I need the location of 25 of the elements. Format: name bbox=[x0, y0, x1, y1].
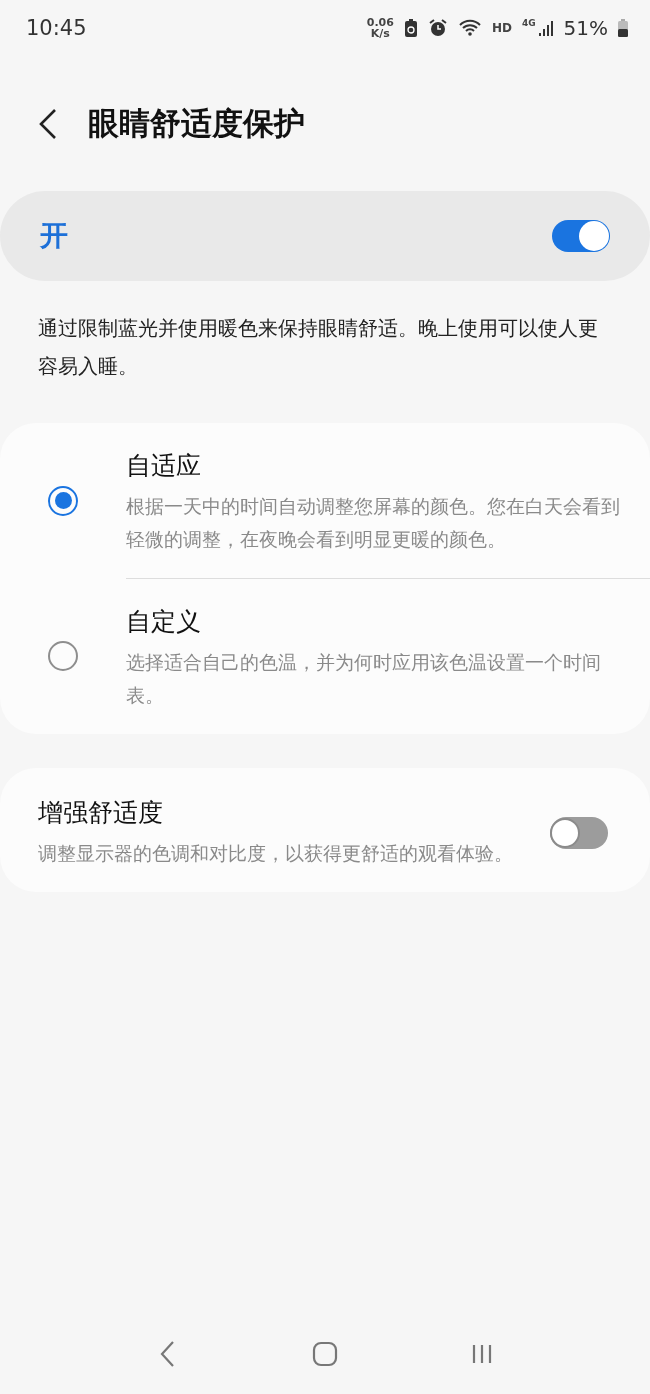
setting-card[interactable]: 增强舒适度 调整显示器的色调和对比度，以获得更舒适的观看体验。 bbox=[0, 768, 650, 892]
battery-percentage: 51% bbox=[563, 16, 608, 40]
battery-icon bbox=[618, 18, 628, 38]
toggle-switch[interactable] bbox=[552, 220, 610, 252]
wifi-icon bbox=[457, 18, 482, 38]
page-title: 眼睛舒适度保护 bbox=[88, 103, 305, 143]
setting-title: 增强舒适度 bbox=[38, 797, 164, 829]
hd-voice-indicator: HD bbox=[491, 21, 512, 35]
battery-saver-icon bbox=[403, 18, 418, 38]
option-title[interactable]: 自定义 bbox=[126, 605, 620, 638]
network-speed: 0.06 K/s bbox=[366, 17, 394, 39]
description: 通过限制蓝光并使用暖色来保持眼睛舒适。晚上使用可以使人更容易入睡。 bbox=[37, 315, 599, 380]
signal-icon bbox=[537, 18, 554, 38]
setting-summary: 调整显示器的色调和对比度，以获得更舒适的观看体验。 bbox=[38, 841, 514, 866]
toggle-switch[interactable] bbox=[550, 817, 608, 849]
alarm-icon bbox=[427, 18, 448, 38]
radio-button[interactable] bbox=[48, 485, 78, 516]
switch-label: 开 bbox=[40, 218, 69, 254]
option-summary: 根据一天中的时间自动调整您屏幕的颜色。您在白天会看到轻微的调整，在夜晚会看到明显更暖的颜色。 bbox=[126, 494, 620, 552]
option-title[interactable]: 自适应 bbox=[126, 449, 620, 482]
radio-button[interactable] bbox=[48, 641, 78, 671]
master-switch-bar[interactable]: 开 bbox=[0, 191, 650, 281]
option-summary: 选择适合自己的色温，并为何时应用该色温设置一个时间表。 bbox=[126, 650, 602, 708]
clock: 10:45 bbox=[26, 16, 88, 40]
network-type: 4G bbox=[521, 18, 536, 28]
